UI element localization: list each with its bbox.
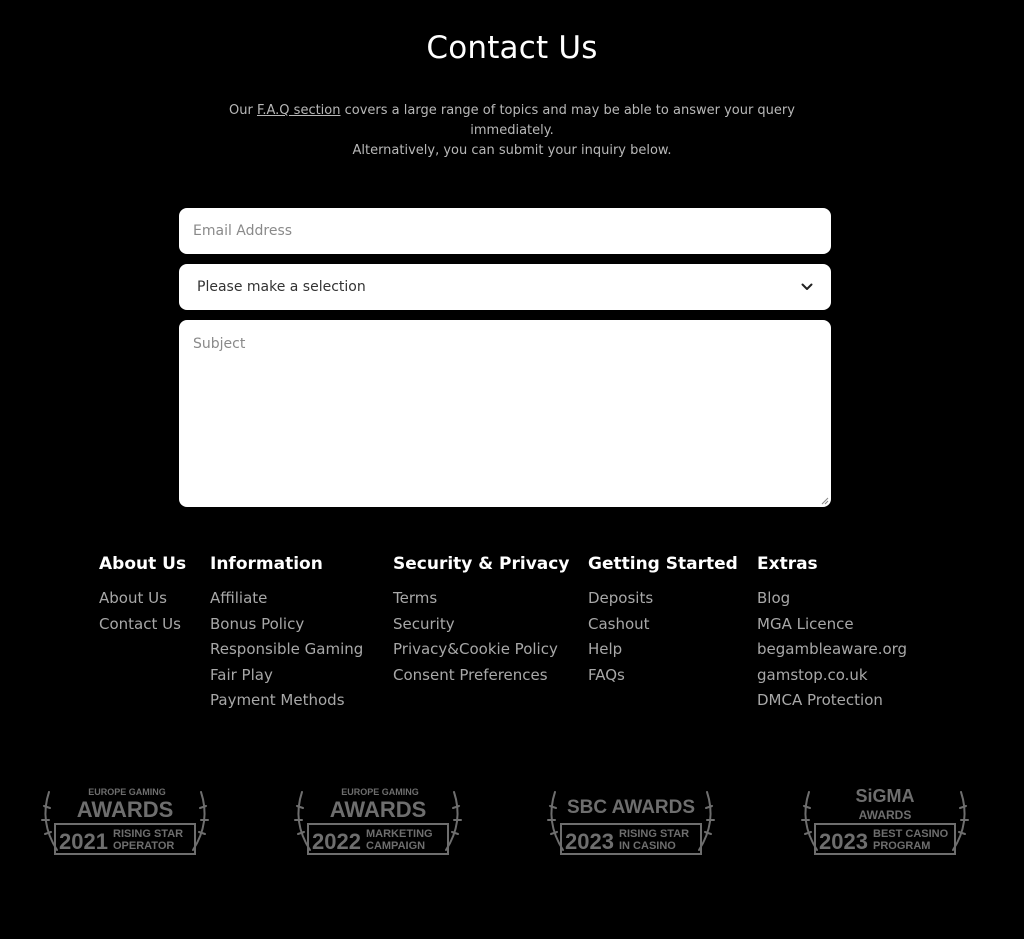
footer-column-extras: Extras Blog MGA Licence begambleaware.or… [757,554,907,714]
award-line2: CAMPAIGN [366,840,425,852]
award-line2: OPERATOR [113,840,174,852]
footer-column-information: Information Affiliate Bonus Policy Respo… [210,554,363,714]
intro-prefix: Our [229,103,257,118]
award-badge-sigma-2023: SiGMA AWARDS 2023 BEST CASINO PROGRAM [795,782,975,860]
award-top2: AWARDS [77,797,174,822]
award-badge-sbc-2023: SBC AWARDS 2023 RISING STAR IN CASINO [541,782,721,860]
footer-link-cashout[interactable]: Cashout [588,612,738,638]
award-top2: AWARDS [330,797,427,822]
intro-line2: Alternatively, you can submit your inqui… [352,143,672,158]
award-top1: EUROPE GAMING [341,787,419,797]
subject-textarea[interactable] [179,320,831,507]
footer-link-affiliate[interactable]: Affiliate [210,586,363,612]
footer-link-fair-play[interactable]: Fair Play [210,663,363,689]
footer-column-title: Extras [757,554,818,574]
footer-link-about-us[interactable]: About Us [99,586,186,612]
footer-link-gamstop[interactable]: gamstop.co.uk [757,663,907,689]
footer-column-getting-started: Getting Started Deposits Cashout Help FA… [588,554,738,688]
award-year: 2023 [565,829,614,854]
award-line1: RISING STAR [113,828,183,840]
topic-select-value: Please make a selection [197,279,366,295]
footer-link-security[interactable]: Security [393,612,569,638]
footer-link-consent-preferences[interactable]: Consent Preferences [393,663,569,689]
footer-link-responsible-gaming[interactable]: Responsible Gaming [210,637,363,663]
footer-column-about: About Us About Us Contact Us [99,554,186,637]
footer-column-title: About Us [99,554,187,574]
chevron-down-icon [801,283,813,290]
intro-suffix: covers a large range of topics and may b… [340,103,795,138]
award-top1: SBC AWARDS [567,797,695,818]
footer-link-blog[interactable]: Blog [757,586,907,612]
topic-select[interactable]: Please make a selection [179,264,831,310]
resize-grip-icon[interactable] [821,497,829,505]
footer-link-help[interactable]: Help [588,637,738,663]
award-line1: RISING STAR [619,828,689,840]
footer-column-title: Getting Started [588,554,738,574]
award-badge-2021: EUROPE GAMING AWARDS 2021 RISING STAR OP… [35,782,215,860]
award-line1: BEST CASINO [873,828,949,840]
award-year: 2023 [819,829,868,854]
footer-link-bonus-policy[interactable]: Bonus Policy [210,612,363,638]
footer-link-deposits[interactable]: Deposits [588,586,738,612]
award-badge-2022: EUROPE GAMING AWARDS 2022 MARKETING CAMP… [288,782,468,860]
footer-link-privacy-cookie[interactable]: Privacy&Cookie Policy [393,637,569,663]
footer-link-terms[interactable]: Terms [393,586,569,612]
award-year: 2022 [312,829,361,854]
intro-text: Our F.A.Q section covers a large range o… [212,101,812,161]
award-line1: MARKETING [366,828,433,840]
footer-link-mga-licence[interactable]: MGA Licence [757,612,907,638]
footer-link-contact-us[interactable]: Contact Us [99,612,186,638]
footer-column-title: Information [210,554,323,574]
footer-column-security: Security & Privacy Terms Security Privac… [393,554,569,688]
award-top1: SiGMA [855,786,914,806]
footer-link-begambleaware[interactable]: begambleaware.org [757,637,907,663]
award-top2: AWARDS [859,808,912,822]
footer-link-faqs[interactable]: FAQs [588,663,738,689]
award-line2: PROGRAM [873,840,930,852]
footer-column-title: Security & Privacy [393,554,570,574]
email-field[interactable] [179,208,831,254]
award-line2: IN CASINO [619,840,676,852]
award-year: 2021 [59,829,108,854]
faq-link[interactable]: F.A.Q section [257,103,341,118]
footer-link-payment-methods[interactable]: Payment Methods [210,688,363,714]
page-title: Contact Us [426,30,598,66]
footer-link-dmca[interactable]: DMCA Protection [757,688,907,714]
award-top1: EUROPE GAMING [88,787,166,797]
